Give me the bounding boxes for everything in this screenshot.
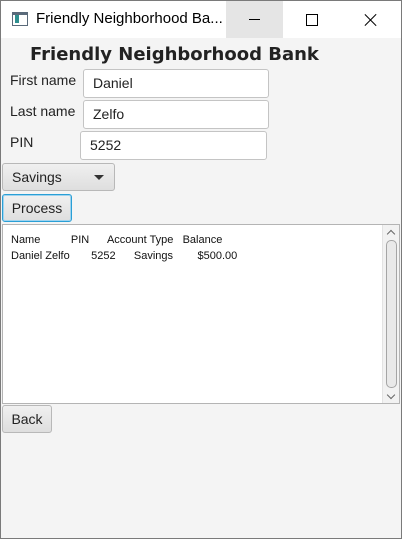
output-row-line: Daniel Zelfo 5252 Savings $500.00	[11, 250, 238, 262]
output-textarea[interactable]: Name PIN Account Type Balance Daniel Zelf…	[2, 224, 400, 404]
first-name-label: First name	[10, 72, 77, 88]
process-button[interactable]: Process	[2, 194, 72, 222]
app-window-icon	[12, 12, 28, 26]
close-button[interactable]	[340, 1, 401, 38]
chevron-down-icon	[94, 175, 104, 180]
last-name-label: Last name	[10, 103, 76, 119]
maximize-icon	[305, 13, 318, 26]
minimize-icon	[249, 19, 260, 20]
output-content: Name PIN Account Type Balance Daniel Zelf…	[11, 232, 237, 264]
first-name-field[interactable]: Daniel	[83, 69, 269, 98]
page-title: Friendly Neighborhood Bank	[30, 44, 319, 65]
app-window: Friendly Neighborhood Ba... Friendly Nei…	[0, 0, 402, 539]
scroll-down-button[interactable]	[383, 389, 399, 403]
vertical-scrollbar[interactable]	[382, 225, 399, 403]
account-type-dropdown[interactable]: Savings	[2, 163, 115, 191]
close-icon	[365, 14, 377, 26]
title-bar[interactable]: Friendly Neighborhood Ba...	[1, 1, 401, 38]
account-type-selected: Savings	[12, 169, 62, 185]
maximize-button[interactable]	[283, 1, 340, 38]
back-button[interactable]: Back	[2, 405, 52, 433]
window-title: Friendly Neighborhood Ba...	[36, 10, 223, 27]
scroll-up-button[interactable]	[383, 225, 399, 239]
chevron-up-icon	[386, 229, 396, 238]
output-header-line: Name PIN Account Type Balance	[11, 234, 223, 246]
pin-label: PIN	[10, 134, 34, 150]
scrollbar-thumb[interactable]	[386, 240, 397, 388]
chevron-down-small-icon	[386, 390, 396, 399]
last-name-field[interactable]: Zelfo	[83, 100, 269, 129]
minimize-button[interactable]	[226, 1, 283, 38]
pin-field[interactable]: 5252	[80, 131, 267, 160]
